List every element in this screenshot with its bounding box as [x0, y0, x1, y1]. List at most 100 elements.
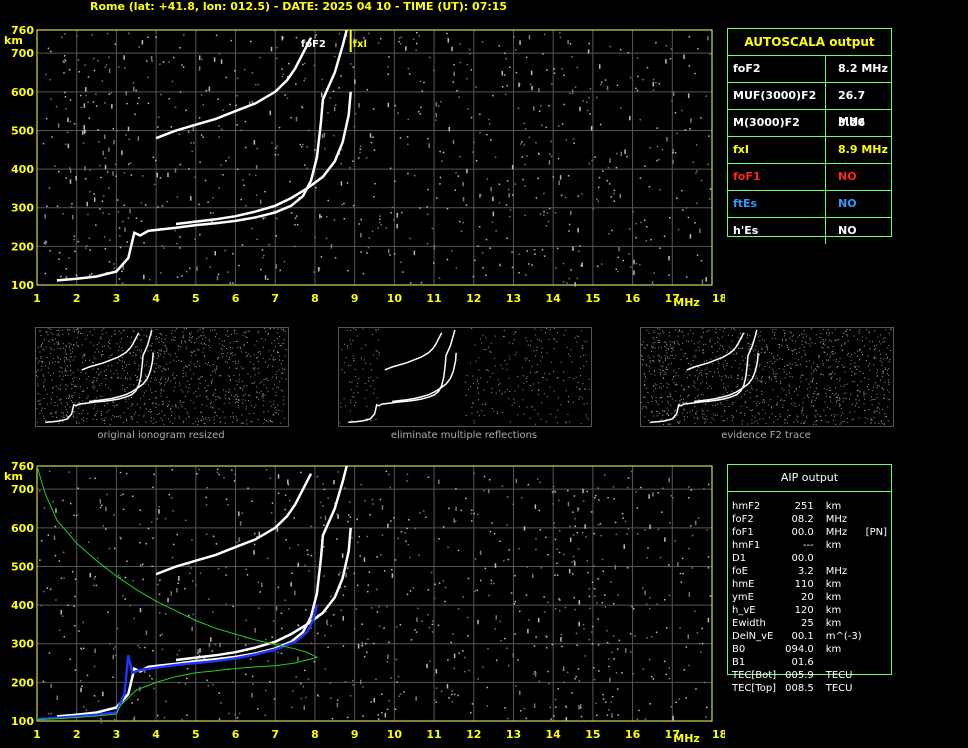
noise-speck: [543, 255, 546, 257]
thumb-noise: [94, 386, 96, 388]
noise-speck: [616, 688, 619, 690]
noise-speck: [387, 523, 389, 529]
noise-speck: [622, 517, 624, 519]
thumb-noise: [659, 360, 661, 362]
noise-speck: [661, 511, 663, 513]
thumb-noise: [678, 422, 680, 424]
thumb-noise: [763, 401, 765, 403]
thumb-noise: [230, 416, 232, 418]
noise-speck: [494, 628, 496, 630]
thumb-noise: [850, 363, 852, 365]
noise-speck: [683, 54, 685, 60]
noise-speck: [701, 627, 703, 630]
noise-speck: [416, 617, 418, 622]
thumb-noise: [522, 375, 524, 377]
thumb-noise: [182, 422, 184, 424]
thumb-noise: [160, 350, 162, 352]
thumb-noise: [280, 328, 282, 330]
noise-speck: [377, 42, 380, 44]
thumb-noise: [664, 346, 666, 348]
thumb-noise: [808, 360, 810, 362]
noise-speck: [588, 42, 590, 45]
noise-speck: [314, 236, 316, 239]
thumb-noise: [843, 332, 845, 334]
thumb-noise: [747, 334, 749, 336]
noise-speck: [490, 186, 492, 192]
thumb-noise: [213, 416, 215, 418]
thumb-noise: [108, 341, 110, 343]
noise-speck: [125, 90, 128, 96]
thumb-noise: [721, 336, 723, 338]
thumb-noise: [876, 386, 878, 388]
noise-speck: [306, 549, 309, 552]
noise-speck: [394, 180, 396, 183]
thumb-noise: [706, 376, 708, 378]
thumb-noise: [172, 359, 174, 361]
noise-speck: [119, 471, 122, 474]
thumb-noise: [65, 388, 67, 390]
noise-speck: [586, 559, 589, 562]
noise-speck: [85, 709, 87, 711]
thumb-noise: [697, 388, 699, 390]
thumb-noise: [277, 404, 279, 406]
thumb-noise: [248, 394, 250, 396]
noise-speck: [561, 123, 564, 125]
thumb-noise: [53, 405, 55, 407]
thumb-noise: [53, 349, 55, 351]
thumb-noise: [218, 338, 220, 340]
noise-speck: [103, 236, 106, 238]
thumb-noise: [477, 399, 479, 401]
noise-speck: [707, 556, 710, 558]
noise-speck: [147, 102, 150, 105]
thumb-noise: [236, 418, 238, 420]
noise-speck: [287, 479, 289, 484]
thumb-noise: [99, 384, 101, 386]
noise-speck: [217, 273, 220, 276]
thumb-noise: [877, 410, 879, 412]
thumb-noise: [670, 354, 672, 356]
thumb-noise: [485, 369, 487, 371]
thumb-noise: [864, 422, 866, 424]
thumb-noise: [254, 381, 256, 383]
noise-speck: [139, 523, 141, 526]
thumb-noise: [731, 377, 733, 379]
noise-speck: [95, 584, 98, 587]
noise-speck: [635, 262, 638, 265]
thumb-noise: [504, 336, 506, 338]
thumb-noise: [104, 374, 106, 376]
thumb-noise: [119, 341, 121, 343]
thumb-noise: [229, 342, 231, 344]
noise-speck: [578, 621, 580, 627]
thumb-noise: [883, 358, 885, 360]
thumb-noise: [770, 399, 772, 401]
thumb-noise: [793, 405, 795, 407]
thumb-noise: [809, 386, 811, 388]
thumb-noise: [155, 406, 157, 408]
thumb-noise: [60, 402, 62, 404]
aip-row: foE 3.2 MHz: [732, 565, 891, 578]
thumb-noise: [180, 404, 182, 406]
thumb-noise: [366, 406, 368, 408]
thumb-noise: [660, 346, 662, 348]
noise-speck: [542, 53, 544, 55]
thumb-noise: [202, 343, 204, 345]
noise-speck: [514, 183, 517, 185]
aip-cell: 251: [794, 501, 814, 512]
noise-speck: [617, 270, 619, 273]
thumb-noise: [779, 358, 781, 360]
thumb-noise: [859, 390, 861, 392]
thumb-noise: [865, 337, 867, 339]
thumb-noise: [641, 364, 643, 366]
thumb-noise: [153, 379, 155, 381]
thumb-noise: [92, 385, 94, 387]
aip-cell: foF2: [732, 514, 754, 525]
thumb-noise: [880, 343, 882, 345]
thumb-noise: [737, 336, 739, 338]
thumb-noise: [722, 420, 724, 422]
thumb-noise: [651, 400, 653, 402]
noise-speck: [153, 183, 156, 186]
thumb-noise: [55, 412, 57, 414]
thumb-noise: [855, 399, 857, 401]
thumb-noise: [465, 394, 467, 396]
thumb-noise: [163, 403, 165, 405]
